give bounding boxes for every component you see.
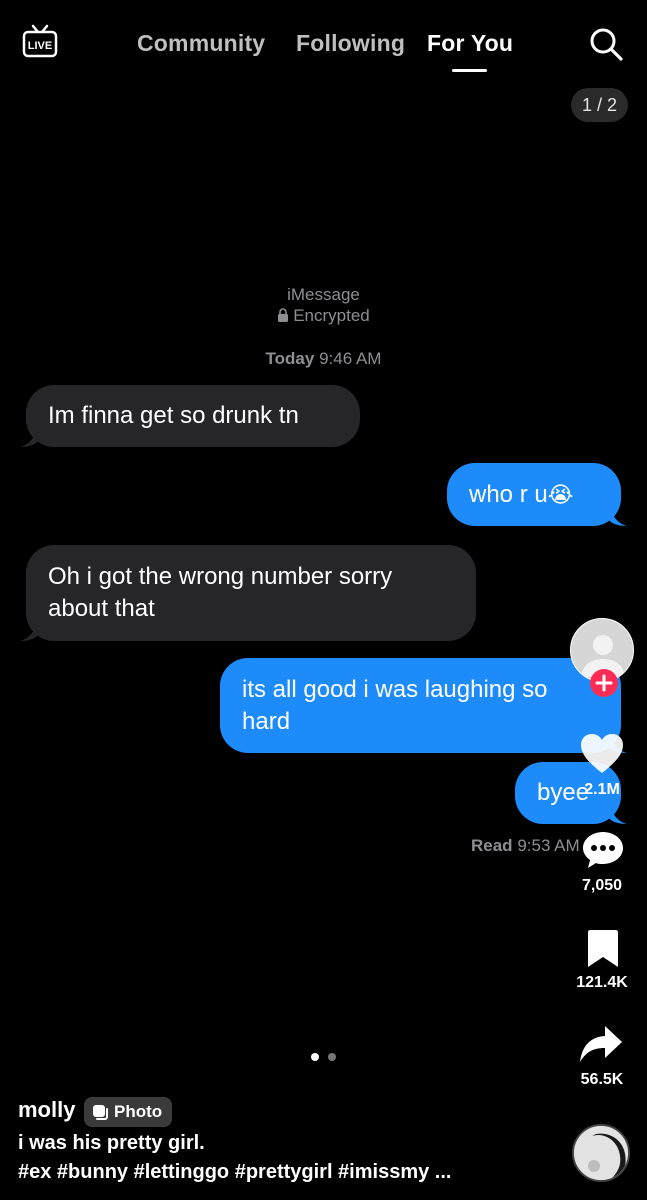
like-button[interactable]	[580, 733, 624, 775]
photo-mode-icon	[93, 1104, 108, 1120]
encryption-label: Encrypted	[0, 306, 647, 326]
follow-button[interactable]	[590, 669, 618, 697]
photo-badge: Photo	[84, 1097, 173, 1127]
share-arrow-icon	[580, 1026, 622, 1062]
page-dot	[328, 1053, 336, 1061]
read-label: Read	[471, 836, 513, 855]
photo-counter: 1 / 2	[571, 88, 628, 122]
tab-for-you[interactable]: For You	[427, 30, 513, 57]
bubble-tail	[609, 804, 627, 824]
plus-icon	[595, 674, 613, 692]
comment-count: 7,050	[581, 877, 623, 894]
crying-emoji: 😭	[547, 482, 574, 507]
message-received: Oh i got the wrong number sorry about th…	[20, 545, 476, 641]
favorite-button[interactable]	[587, 929, 619, 969]
tab-community[interactable]: Community	[137, 30, 265, 57]
bubble-tail	[20, 427, 38, 447]
comment-icon	[583, 832, 623, 868]
bubble-tail	[609, 506, 627, 526]
like-count: 2.1M	[584, 781, 620, 798]
read-time: 9:53 AM	[517, 836, 580, 855]
message-text: who r u	[469, 481, 548, 508]
post-username[interactable]: molly	[18, 1097, 75, 1123]
post-caption: i was his pretty girl.	[18, 1132, 205, 1154]
comment-button[interactable]	[582, 830, 624, 870]
bookmark-icon	[588, 930, 618, 967]
heart-icon	[581, 734, 623, 773]
message-sent: who r u😭	[447, 463, 627, 526]
lock-icon	[278, 308, 289, 322]
sound-cover-image	[574, 1126, 628, 1180]
live-tv-icon: LIVE	[22, 24, 58, 58]
service-label: iMessage	[287, 285, 360, 304]
message-text: Im finna get so drunk tn	[48, 402, 299, 429]
share-count: 56.5K	[580, 1071, 624, 1088]
sound-disc[interactable]	[572, 1124, 630, 1182]
tab-following[interactable]: Following	[296, 30, 405, 57]
message-received: Im finna get so drunk tn	[20, 385, 360, 447]
message-sent: its all good i was laughing so hard	[220, 658, 627, 753]
post-hashtags[interactable]: #ex #bunny #lettinggo #prettygirl #imiss…	[18, 1161, 498, 1184]
search-icon	[590, 28, 623, 61]
active-tab-indicator	[452, 69, 487, 72]
bubble-tail	[20, 621, 38, 641]
svg-text:LIVE: LIVE	[28, 40, 52, 52]
message-text: Oh i got the wrong number sorry about th…	[48, 563, 393, 622]
encrypted-text: Encrypted	[293, 306, 370, 325]
timestamp-day: Today	[265, 349, 315, 368]
share-button[interactable]	[579, 1024, 623, 1064]
page-dot-active	[311, 1053, 319, 1061]
read-receipt: Read 9:53 AM	[471, 836, 587, 856]
chat-timestamp: Today 9:46 AM	[0, 349, 647, 369]
timestamp-time: 9:46 AM	[319, 349, 382, 368]
live-button[interactable]: LIVE	[22, 24, 58, 60]
photo-badge-label: Photo	[114, 1102, 163, 1121]
search-button[interactable]	[588, 26, 624, 62]
message-text: its all good i was laughing so hard	[242, 676, 548, 735]
save-count: 121.4K	[576, 974, 628, 991]
